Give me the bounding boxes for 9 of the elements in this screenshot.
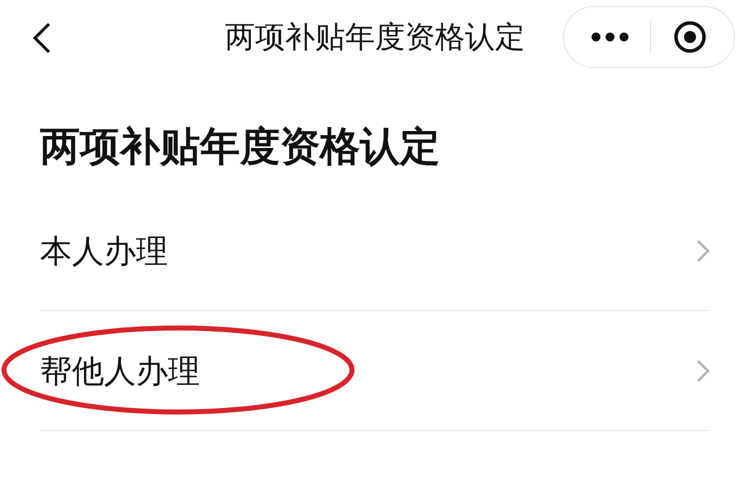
chevron-icon: [696, 358, 710, 382]
close-icon[interactable]: [673, 20, 708, 54]
menu-item[interactable]: 帮他人办理: [40, 346, 200, 394]
more-icon[interactable]: [590, 32, 629, 42]
menu-item[interactable]: 本人办理: [40, 226, 168, 274]
chevron-icon: [696, 238, 710, 262]
page-heading: 两项补贴年度资格认定: [39, 123, 441, 167]
page-title: 两项补贴年度资格认定: [225, 22, 525, 52]
back-icon[interactable]: [32, 22, 52, 54]
